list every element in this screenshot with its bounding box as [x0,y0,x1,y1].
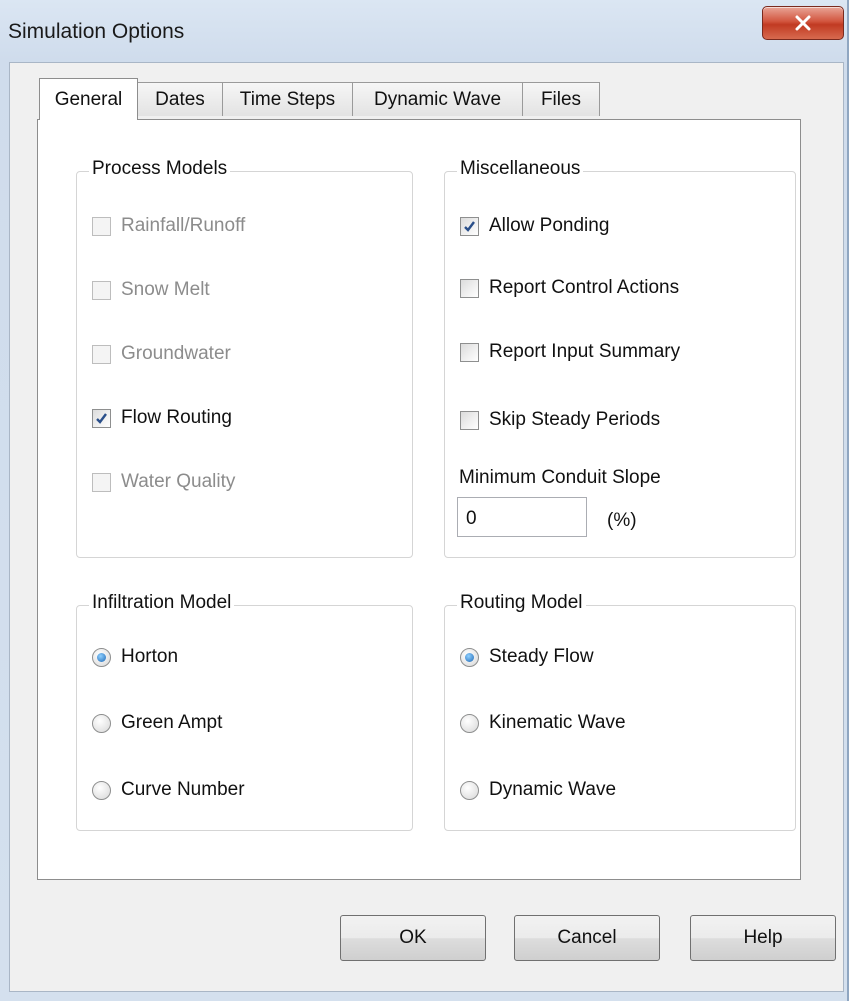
radio-label: Dynamic Wave [489,779,617,800]
dynamic-wave-radio[interactable]: Dynamic Wave [460,779,616,801]
radio-button [460,713,479,733]
radio-label: Horton [121,646,179,667]
radio-selected-dot [465,652,474,662]
radio-button [92,780,111,800]
water-quality-checkbox[interactable]: Water Quality [92,471,235,493]
steady-flow-radio[interactable]: Steady Flow [460,646,594,668]
ok-button[interactable]: OK [340,915,486,961]
horton-radio[interactable]: Horton [92,646,178,668]
checkbox-label: Rainfall/Runoff [121,215,246,236]
checkbox-label: Report Input Summary [489,341,681,362]
checkbox-label: Allow Ponding [489,215,610,236]
slope-unit-label: (%) [607,510,637,531]
checkbox-box [92,344,111,364]
routing-model-title: Routing Model [457,592,586,614]
checkbox-label: Flow Routing [121,407,232,428]
radio-label: Steady Flow [489,646,594,667]
radio-label: Green Ampt [121,712,223,733]
checkbox-box [92,216,111,236]
kinematic-wave-radio[interactable]: Kinematic Wave [460,712,626,734]
skip-steady-periods-checkbox[interactable]: Skip Steady Periods [460,409,660,431]
rainfall-runoff-checkbox[interactable]: Rainfall/Runoff [92,215,245,237]
checkmark-icon [96,412,107,424]
checkbox-label: Snow Melt [121,279,210,300]
checkmark-icon [464,220,475,232]
miscellaneous-title: Miscellaneous [457,158,584,180]
radio-selected-dot [97,652,106,662]
simulation-options-window: Simulation Options General Dates Time St… [0,0,849,1001]
radio-button [460,780,479,800]
infiltration-model-title: Infiltration Model [89,592,235,614]
green-ampt-radio[interactable]: Green Ampt [92,712,222,734]
help-button[interactable]: Help [690,915,836,961]
checkbox-label: Water Quality [121,471,236,492]
cancel-button[interactable]: Cancel [514,915,660,961]
checkbox-box [460,410,479,430]
radio-label: Kinematic Wave [489,712,626,733]
tab-dynamic-wave[interactable]: Dynamic Wave [352,82,523,116]
checkbox-box [460,342,479,362]
groundwater-checkbox[interactable]: Groundwater [92,343,231,365]
min-conduit-slope-label: Minimum Conduit Slope [459,467,661,488]
checkbox-box [92,280,111,300]
title-bar[interactable]: Simulation Options [0,0,849,62]
checkbox-box [460,216,479,236]
checkbox-box [460,278,479,298]
curve-number-radio[interactable]: Curve Number [92,779,245,801]
checkbox-label: Groundwater [121,343,231,364]
tab-general[interactable]: General [39,78,138,120]
allow-ponding-checkbox[interactable]: Allow Ponding [460,215,609,237]
tab-label: Time Steps [239,88,336,110]
report-control-actions-checkbox[interactable]: Report Control Actions [460,277,679,299]
tab-files[interactable]: Files [522,82,600,116]
snow-melt-checkbox[interactable]: Snow Melt [92,279,210,301]
tab-label: Dynamic Wave [373,88,502,110]
min-conduit-slope-input[interactable]: 0 [457,497,587,537]
close-button[interactable] [762,6,844,40]
checkbox-label: Skip Steady Periods [489,409,661,430]
checkbox-box [92,408,111,428]
radio-button [460,647,479,667]
tab-label: Files [540,88,582,110]
tab-time-steps[interactable]: Time Steps [222,82,353,116]
tab-label: General [54,88,123,110]
tab-dates[interactable]: Dates [137,82,223,116]
tab-label: Dates [155,88,205,110]
process-models-title: Process Models [89,158,231,180]
radio-label: Curve Number [121,779,245,800]
report-input-summary-checkbox[interactable]: Report Input Summary [460,341,680,363]
checkbox-label: Report Control Actions [489,277,680,298]
radio-button [92,713,111,733]
radio-button [92,647,111,667]
window-title: Simulation Options [8,20,185,43]
checkbox-box [92,472,111,492]
close-icon [795,15,811,31]
flow-routing-checkbox[interactable]: Flow Routing [92,407,232,429]
